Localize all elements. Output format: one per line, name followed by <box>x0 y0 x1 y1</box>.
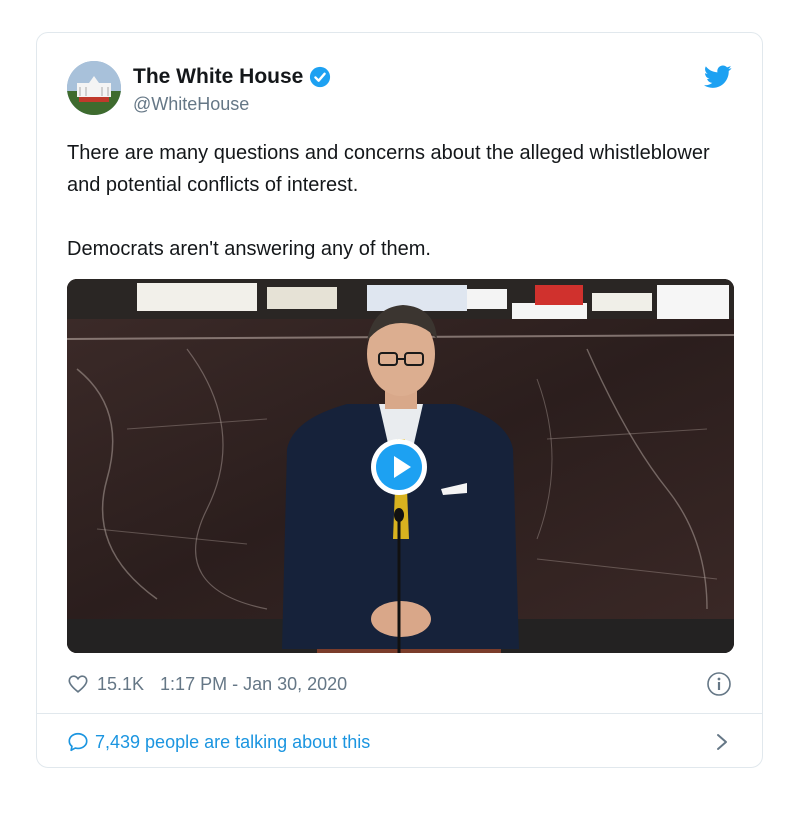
twitter-bird-icon[interactable] <box>704 65 732 89</box>
video-player[interactable] <box>67 279 734 653</box>
avatar[interactable] <box>67 61 121 115</box>
chevron-right-icon[interactable] <box>712 731 732 753</box>
tweet-meta: 15.1K 1:17 PM - Jan 30, 2020 <box>67 669 347 699</box>
author-name-row[interactable]: The White House <box>133 65 331 89</box>
tweet-card: The White House @WhiteHouse There are ma… <box>36 32 763 768</box>
play-icon[interactable] <box>369 437 429 497</box>
like-count[interactable]: 15.1K <box>97 674 144 695</box>
conversation-label[interactable]: 7,439 people are talking about this <box>95 732 370 753</box>
conversation-link[interactable]: 7,439 people are talking about this <box>67 727 370 757</box>
tweet-text: There are many questions and concerns ab… <box>67 142 710 260</box>
author-handle[interactable]: @WhiteHouse <box>133 94 249 115</box>
verified-badge-icon <box>310 66 331 88</box>
timestamp[interactable]: 1:17 PM - Jan 30, 2020 <box>160 674 347 695</box>
heart-icon[interactable] <box>67 673 89 695</box>
divider <box>37 713 762 714</box>
author-name[interactable]: The White House <box>133 65 303 89</box>
info-icon[interactable] <box>706 671 732 697</box>
speech-bubble-icon <box>68 732 88 752</box>
